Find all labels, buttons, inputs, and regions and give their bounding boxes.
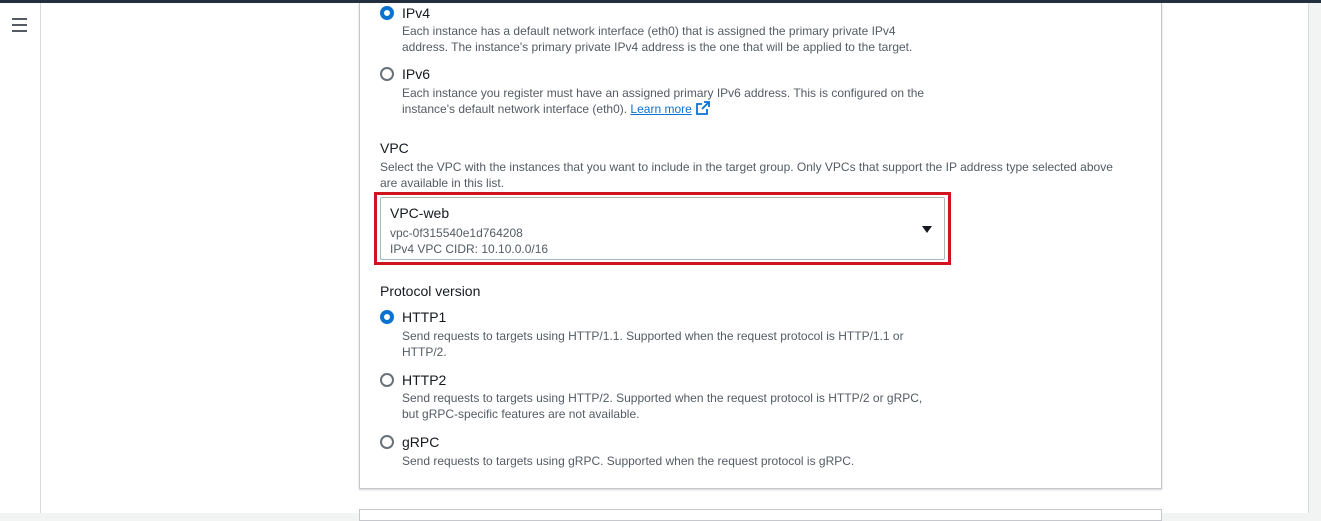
http1-description: Send requests to targets using HTTP/1.1.…: [402, 328, 942, 360]
grpc-description: Send requests to targets using gRPC. Sup…: [402, 453, 942, 469]
radio-http1[interactable]: HTTP1: [380, 309, 446, 325]
side-navigation-collapsed: [0, 3, 41, 513]
ipv4-description: Each instance has a default network inte…: [402, 23, 942, 55]
vpc-description: Select the VPC with the instances that y…: [380, 159, 1140, 191]
target-group-settings-panel: IPv4 Each instance has a default network…: [359, 3, 1162, 489]
vpc-description-line-1: Select the VPC with the instances that y…: [380, 160, 1113, 174]
radio-ipv4[interactable]: IPv4: [380, 5, 430, 21]
caret-down-icon[interactable]: [922, 226, 932, 233]
radio-ipv4-label: IPv4: [402, 5, 431, 21]
http2-description-line-2: but gRPC-specific features are not avail…: [402, 407, 640, 421]
radio-ipv6-button[interactable]: [380, 67, 394, 81]
radio-http1-button[interactable]: [380, 310, 394, 324]
radio-grpc-button[interactable]: [380, 435, 394, 449]
ipv4-description-line-2: address. The instance's primary private …: [402, 40, 913, 54]
ipv6-description-line-1: Each instance you register must have an …: [402, 86, 925, 100]
ipv6-description-text: instance's default network interface (et…: [402, 102, 628, 116]
radio-http2[interactable]: HTTP2: [380, 372, 446, 388]
radio-ipv6[interactable]: IPv6: [380, 66, 430, 82]
radio-http2-button[interactable]: [380, 373, 394, 387]
vpc-selected-name: VPC-web: [390, 205, 450, 221]
radio-grpc[interactable]: gRPC: [380, 434, 439, 450]
http1-description-line-2: HTTP/2.: [402, 345, 447, 359]
radio-ipv4-button[interactable]: [380, 6, 394, 20]
vpc-selected-id: vpc-0f315540e1d764208: [390, 226, 523, 240]
next-panel: [359, 509, 1162, 521]
radio-http1-label: HTTP1: [402, 309, 447, 325]
ipv4-description-line-1: Each instance has a default network inte…: [402, 24, 896, 38]
protocol-version-label: Protocol version: [380, 283, 481, 299]
vpc-selected-cidr: IPv4 VPC CIDR: 10.10.0.0/16: [390, 242, 549, 256]
http2-description: Send requests to targets using HTTP/2. S…: [402, 390, 942, 422]
radio-grpc-label: gRPC: [402, 434, 440, 450]
ipv6-description: Each instance you register must have an …: [402, 85, 942, 117]
http2-description-line-1: Send requests to targets using HTTP/2. S…: [402, 391, 923, 405]
learn-more-link[interactable]: Learn more: [630, 102, 691, 116]
radio-http2-label: HTTP2: [402, 372, 447, 388]
vpc-label: VPC: [380, 140, 409, 156]
ipv6-description-line-2: instance's default network interface (et…: [402, 101, 942, 117]
radio-ipv6-label: IPv6: [402, 66, 431, 82]
http1-description-line-1: Send requests to targets using HTTP/1.1.…: [402, 329, 904, 343]
external-link-icon[interactable]: [695, 101, 710, 115]
grpc-description-line-1: Send requests to targets using gRPC. Sup…: [402, 454, 855, 468]
hamburger-menu-icon[interactable]: [12, 18, 27, 32]
vpc-description-line-2: are available in this list.: [380, 176, 505, 190]
vpc-select[interactable]: VPC-web vpc-0f315540e1d764208 IPv4 VPC C…: [380, 197, 945, 260]
